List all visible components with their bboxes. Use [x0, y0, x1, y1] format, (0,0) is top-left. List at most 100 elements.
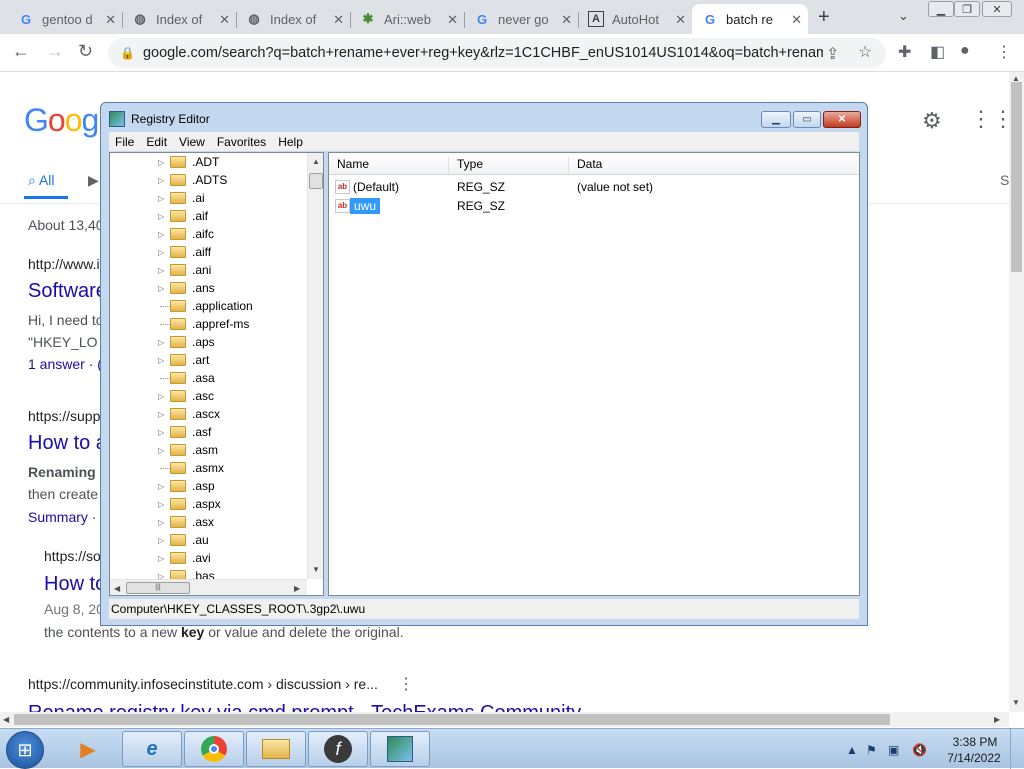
expand-arrow-icon[interactable]: ▷: [158, 392, 164, 401]
profile-icon[interactable]: ●: [960, 42, 970, 60]
result-cite[interactable]: https://so: [44, 548, 101, 564]
tree-item[interactable]: .asa: [110, 369, 306, 387]
expand-arrow-icon[interactable]: ▷: [158, 212, 164, 221]
expand-arrow-icon[interactable]: ▷: [158, 518, 164, 527]
chrome-icon[interactable]: [184, 731, 244, 767]
close-icon[interactable]: ✕: [791, 12, 802, 28]
expand-arrow-icon[interactable]: ▷: [158, 410, 164, 419]
scroll-thumb[interactable]: |||: [126, 582, 190, 594]
internet-explorer-icon[interactable]: e: [122, 731, 182, 767]
tree-item[interactable]: ▷ .aifc: [110, 225, 306, 243]
menu-view[interactable]: View: [173, 135, 211, 149]
registry-editor-icon[interactable]: [370, 731, 430, 767]
tree-item[interactable]: ▷ .asc: [110, 387, 306, 405]
menu-file[interactable]: File: [109, 135, 140, 149]
extensions-icon[interactable]: ✚: [898, 42, 911, 62]
more-options-icon[interactable]: ⋮: [398, 674, 414, 694]
expand-arrow-icon[interactable]: ▷: [158, 248, 164, 257]
close-icon[interactable]: ✕: [561, 12, 572, 28]
result-title[interactable]: How to a: [28, 432, 107, 455]
expand-arrow-icon[interactable]: ▷: [158, 356, 164, 365]
expand-arrow-icon[interactable]: ▷: [158, 266, 164, 275]
tree-item[interactable]: ▷ .ani: [110, 261, 306, 279]
tree-item[interactable]: ▷ .aiff: [110, 243, 306, 261]
close-icon[interactable]: ✕: [105, 12, 116, 28]
star-icon[interactable]: ☆: [858, 42, 872, 62]
tree-item[interactable]: ▷ .asx: [110, 513, 306, 531]
result-cite[interactable]: https://community.infosecinstitute.com ›…: [28, 676, 378, 692]
url-text[interactable]: google.com/search?q=batch+rename+ever+re…: [143, 45, 823, 61]
apps-grid-icon[interactable]: ⋮⋮: [970, 106, 1009, 132]
key-tree[interactable]: ▷ .ADT ▷ .ADTS ▷ .ai ▷ .aif ▷ .aifc ▷ .aiff ▷ .ani ▷ .a…: [109, 152, 324, 596]
expand-arrow-icon[interactable]: ▷: [158, 482, 164, 491]
tree-item[interactable]: ▷ .ai: [110, 189, 306, 207]
scroll-thumb[interactable]: [309, 173, 323, 189]
close-button[interactable]: ✕: [823, 111, 861, 128]
expand-arrow-icon[interactable]: ▷: [158, 284, 164, 293]
page-vertical-scrollbar[interactable]: ▲ ▼: [1009, 72, 1024, 712]
value-row-default[interactable]: ab (Default) REG_SZ (value not set): [329, 178, 859, 197]
tree-item[interactable]: ▷ .ascx: [110, 405, 306, 423]
back-arrow-icon[interactable]: ←: [12, 41, 30, 62]
restore-icon[interactable]: ❐: [954, 1, 980, 17]
maximize-button[interactable]: ▭: [793, 111, 821, 128]
media-player-icon[interactable]: ▶: [58, 731, 118, 767]
expand-arrow-icon[interactable]: ▷: [158, 554, 164, 563]
tab-5[interactable]: A AutoHot ✕: [578, 4, 692, 34]
tree-item[interactable]: ▷ .asm: [110, 441, 306, 459]
title-bar[interactable]: Registry Editor ▁ ▭ ✕: [101, 103, 867, 133]
network-icon[interactable]: ▣: [888, 743, 899, 757]
new-tab-icon[interactable]: +: [818, 6, 830, 29]
expand-arrow-icon[interactable]: ▷: [158, 158, 164, 167]
tab-all[interactable]: ⌕ All: [28, 172, 55, 189]
result-meta[interactable]: 1 answer · (: [28, 356, 102, 372]
tree-item[interactable]: ▷ .avi: [110, 549, 306, 567]
show-desktop-button[interactable]: [1010, 729, 1024, 769]
tree-item[interactable]: ▷ .ADTS: [110, 171, 306, 189]
minimize-button[interactable]: ▁: [761, 111, 791, 128]
tree-item[interactable]: ▷ .au: [110, 531, 306, 549]
tab-3[interactable]: ✱ Ari::web ✕: [350, 4, 465, 34]
minimize-icon[interactable]: ▁: [928, 1, 954, 17]
clock-time[interactable]: 3:38 PM: [950, 735, 1000, 749]
result-title[interactable]: Rename registry key via cmd prompt - Tec…: [28, 702, 581, 712]
close-icon[interactable]: ✕: [447, 12, 458, 28]
result-cite[interactable]: http://www.i: [28, 256, 100, 272]
more-menu-icon[interactable]: ⋮: [996, 42, 1012, 62]
expand-arrow-icon[interactable]: ▷: [158, 194, 164, 203]
scroll-thumb[interactable]: [1011, 82, 1022, 272]
result-title[interactable]: How to: [44, 573, 106, 596]
tree-item[interactable]: ▷ .asf: [110, 423, 306, 441]
value-row-uwu[interactable]: ab uwu REG_SZ: [329, 197, 859, 216]
share-icon[interactable]: ⇪: [826, 44, 839, 64]
reload-icon[interactable]: ↻: [78, 41, 93, 62]
tree-item[interactable]: ▷ .ADT: [110, 153, 306, 171]
tree-item[interactable]: .appref-ms: [110, 315, 306, 333]
menu-help[interactable]: Help: [272, 135, 309, 149]
tab-s[interactable]: S: [1000, 172, 1009, 188]
expand-arrow-icon[interactable]: ▷: [158, 536, 164, 545]
tree-item[interactable]: .application: [110, 297, 306, 315]
tab-1[interactable]: ◍ Index of ✕: [122, 4, 237, 34]
scroll-thumb[interactable]: [14, 714, 890, 725]
start-button[interactable]: ⊞: [6, 731, 44, 769]
tree-item[interactable]: ▷ .aspx: [110, 495, 306, 513]
page-horizontal-scrollbar[interactable]: ◀ ▶: [0, 712, 1009, 727]
tree-item[interactable]: ▷ .art: [110, 351, 306, 369]
result-cite[interactable]: https://supp: [28, 408, 100, 424]
close-window-icon[interactable]: ✕: [982, 1, 1012, 17]
tab-0[interactable]: G gentoo d ✕: [8, 4, 123, 34]
clock-date[interactable]: 7/14/2022: [945, 751, 1003, 765]
expand-arrow-icon[interactable]: ▷: [158, 230, 164, 239]
flash-icon[interactable]: f: [308, 731, 368, 767]
tree-item[interactable]: .asmx: [110, 459, 306, 477]
column-type[interactable]: Type: [449, 157, 569, 175]
gear-icon[interactable]: ⚙: [922, 108, 942, 134]
tab-6-active[interactable]: G batch re ✕: [692, 4, 808, 34]
value-name-editing[interactable]: uwu: [350, 198, 381, 214]
menu-edit[interactable]: Edit: [140, 135, 173, 149]
video-icon[interactable]: ▶: [88, 172, 99, 189]
tree-item[interactable]: ▷ .asp: [110, 477, 306, 495]
column-data[interactable]: Data: [569, 157, 859, 175]
tree-item[interactable]: ▷ .ans: [110, 279, 306, 297]
